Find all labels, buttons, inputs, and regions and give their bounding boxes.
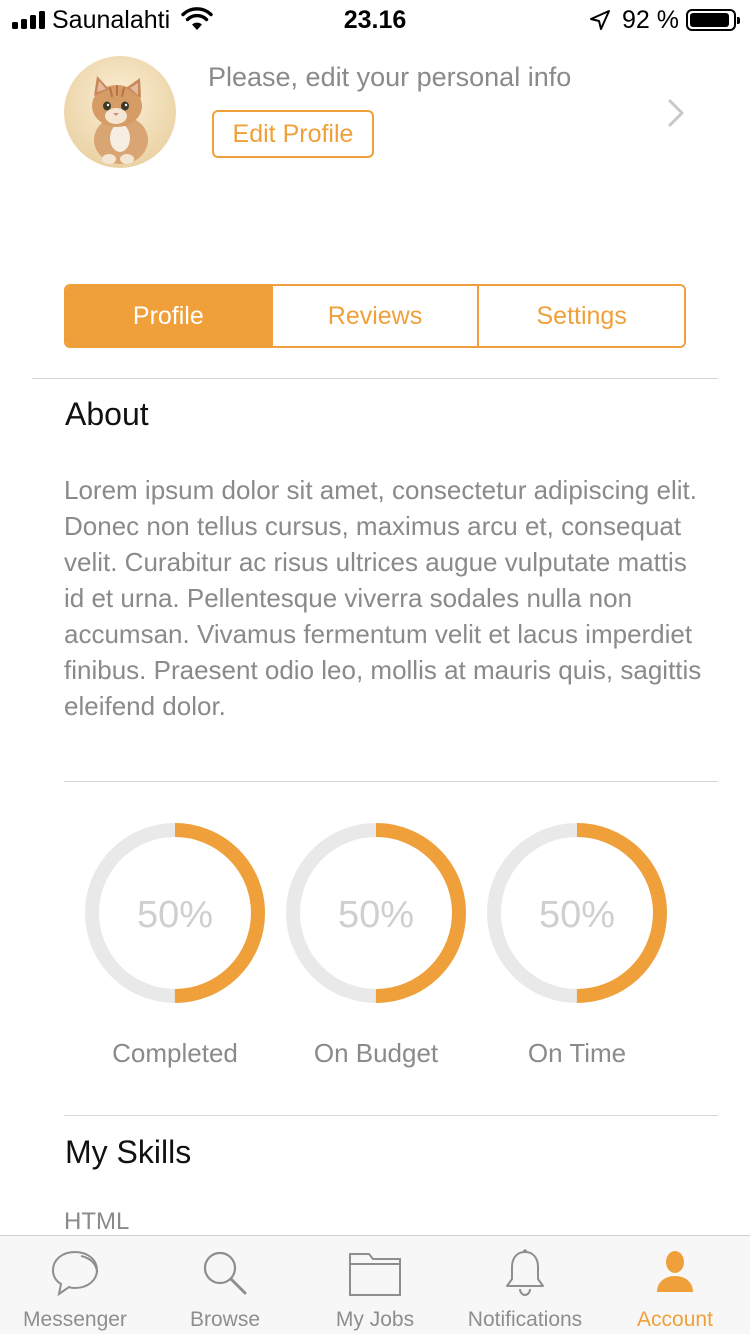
divider [64,781,718,782]
skill-item: HTML [64,1208,130,1235]
stat-label: On Time [527,1038,627,1068]
tab-label: Account [637,1308,713,1331]
stat-on-budget: 50% On Budget [283,822,469,1072]
battery-percentage: 92 % [622,6,679,34]
tab-account[interactable]: Account [600,1236,750,1334]
divider [32,378,718,379]
tab-messenger[interactable]: Messenger [0,1236,150,1334]
battery-fill [690,13,729,27]
divider [64,1115,718,1116]
avatar[interactable] [64,56,176,168]
battery-icon [686,9,740,31]
tab-profile[interactable]: Profile [66,286,271,346]
tab-browse[interactable]: Browse [150,1236,300,1334]
tab-settings[interactable]: Settings [477,286,684,346]
folder-icon [349,1253,401,1296]
bell-icon [506,1249,544,1297]
profile-segmented-control: Profile Reviews Settings [64,284,686,348]
status-bar: Saunalahti 23.16 92 % [0,0,750,40]
tab-label: My Jobs [335,1308,415,1331]
kitten-photo [64,56,176,168]
tab-notifications[interactable]: Notifications [450,1236,600,1334]
tab-my-jobs[interactable]: My Jobs [300,1236,450,1334]
stat-label: Completed [112,1038,238,1068]
tab-label: Messenger [23,1308,127,1331]
about-text: Lorem ipsum dolor sit amet, consectetur … [64,475,702,721]
edit-info-prompt: Please, edit your personal info [208,62,572,92]
stat-label: On Budget [313,1038,439,1068]
chevron-right-icon[interactable] [664,98,688,128]
tab-label: Browse [189,1308,261,1331]
chat-bubble-icon [51,1250,99,1297]
location-arrow-icon [590,10,610,30]
stat-percent: 50% [337,894,415,936]
skills-title: My Skills [65,1134,192,1170]
tab-bar: Messenger Browse My Jobs Notifications A… [0,1235,750,1334]
edit-profile-button[interactable]: Edit Profile [212,110,374,158]
stat-percent: 50% [136,894,214,936]
search-icon [203,1251,247,1295]
tab-reviews[interactable]: Reviews [270,286,478,346]
stat-percent: 50% [538,894,616,936]
stat-on-time: 50% On Time [484,822,670,1072]
tab-label: Notifications [467,1308,583,1331]
person-icon [657,1251,693,1292]
stat-completed: 50% Completed [82,822,268,1072]
about-title: About [65,396,149,432]
